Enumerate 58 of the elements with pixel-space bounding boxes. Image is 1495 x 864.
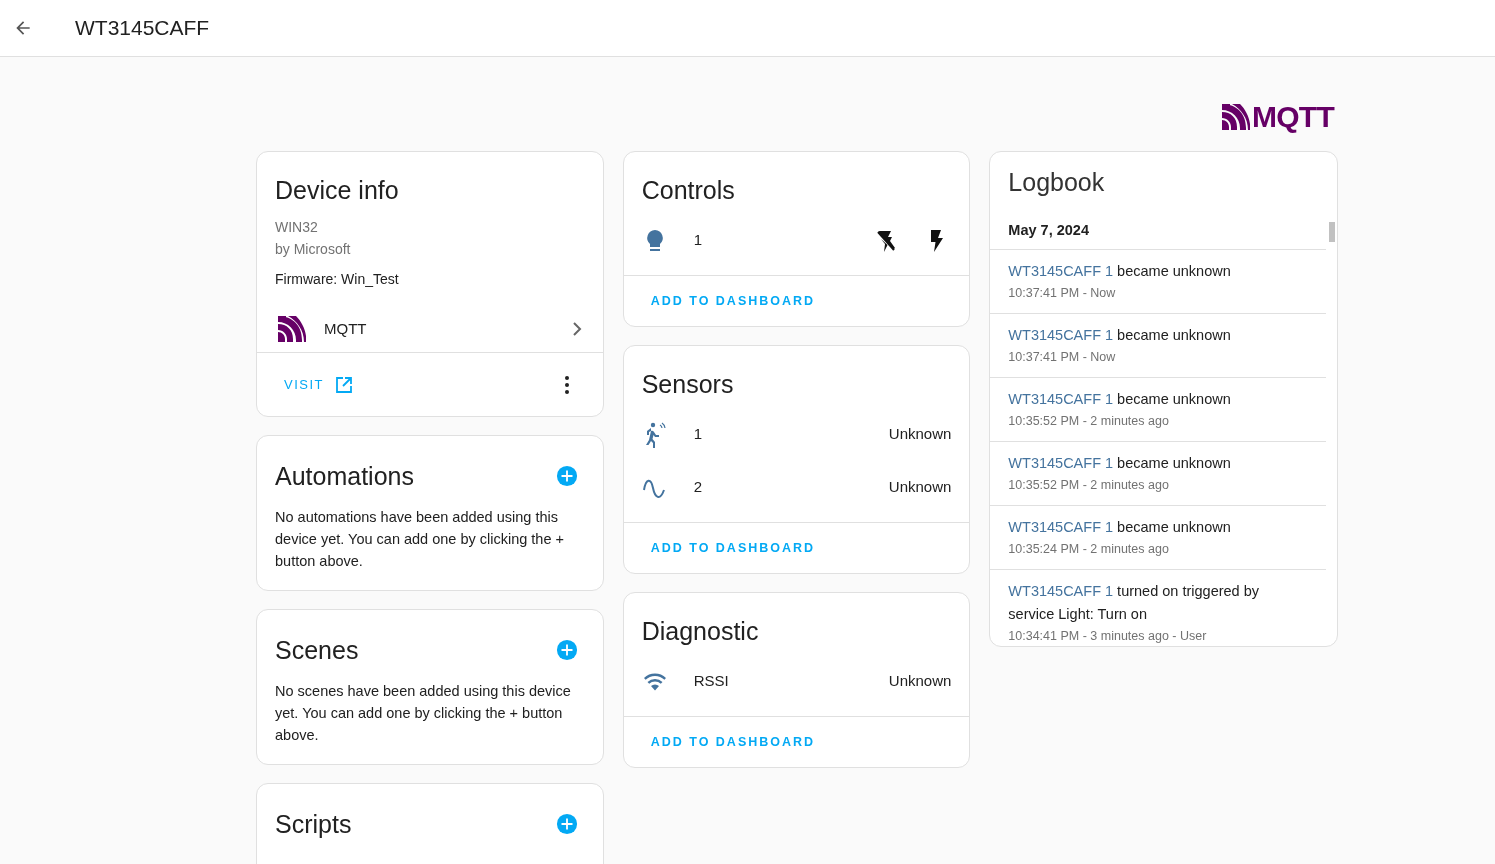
more-vertical-icon [564, 375, 569, 394]
integration-link[interactable]: MQTT [257, 306, 603, 352]
add-button[interactable] [554, 638, 579, 662]
empty-state-text: No automations have been added using this device yet. You can add one by clicking the + button above. [274, 508, 565, 571]
entity-name[interactable]: 2 [693, 476, 889, 499]
card-title: Diagnostic [640, 616, 760, 647]
device-manufacturer: by Microsoft [275, 240, 352, 259]
entity-state: Unknown [888, 424, 952, 445]
entity-state: Unknown [888, 671, 952, 692]
card-title: Logbook [1007, 167, 1106, 198]
add-button[interactable] [554, 464, 579, 488]
logbook-time: 10:34:41 PM - 3 minutes ago - User [1008, 628, 1208, 645]
lightbulb-icon [644, 228, 665, 253]
logbook-time: 10:35:52 PM - 2 minutes ago [1008, 413, 1170, 430]
logbook-time: 10:35:52 PM - 2 minutes ago [1008, 477, 1170, 494]
logbook-message: WT3145CAFF 1 turned on triggered by service Light: Turn on [1008, 582, 1260, 624]
entity-link[interactable]: WT3145CAFF 1 [1008, 519, 1114, 535]
firmware-version: Firmware: Win_Test [275, 270, 400, 289]
entity-name[interactable]: RSSI [693, 670, 889, 693]
logbook-message: WT3145CAFF 1 became unknown [1008, 326, 1232, 345]
entity-link[interactable]: WT3145CAFF 1 [1008, 455, 1114, 471]
card-title: Controls [640, 175, 736, 206]
logbook-message: WT3145CAFF 1 became unknown [1008, 518, 1232, 537]
logbook-time: 10:37:41 PM - Now [1008, 349, 1117, 366]
card-title: Automations [275, 461, 414, 492]
logbook-message: WT3145CAFF 1 became unknown [1008, 262, 1232, 281]
entity-link[interactable]: WT3145CAFF 1 [1008, 583, 1114, 599]
entity-link[interactable]: WT3145CAFF 1 [1008, 391, 1114, 407]
entity-link[interactable]: WT3145CAFF 1 [1008, 263, 1114, 279]
scrollbar-thumb[interactable] [1329, 222, 1335, 242]
logbook-time: 10:37:41 PM - Now [1008, 285, 1117, 302]
page-title: WT3145CAFF [75, 15, 210, 42]
entity-name[interactable]: 1 [693, 229, 872, 252]
logbook-message: WT3145CAFF 1 became unknown [1008, 390, 1232, 409]
card-title: Device info [274, 175, 400, 206]
entity-state: Unknown [888, 477, 952, 498]
logbook-message: WT3145CAFF 1 became unknown [1008, 454, 1232, 473]
add-icon [555, 639, 578, 661]
date-heading: May 7, 2024 [990, 212, 1326, 250]
entity-name[interactable]: 1 [693, 423, 889, 446]
card-title: Scripts [275, 809, 352, 840]
add-button[interactable] [554, 812, 579, 836]
entity-link[interactable]: WT3145CAFF 1 [1008, 327, 1114, 343]
device-model: WIN32 [275, 218, 319, 237]
card-title: Sensors [640, 369, 735, 400]
mqtt-logo-icon [1222, 104, 1250, 130]
flash-icon [928, 228, 945, 253]
logbook-time: 10:35:24 PM - 2 minutes ago [1008, 541, 1170, 558]
chevron-right-icon [571, 322, 582, 336]
card-title: Scenes [275, 635, 359, 666]
mqtt-icon [278, 316, 306, 342]
flash-off-icon [875, 228, 898, 253]
logo-text: MQTT [1252, 102, 1334, 132]
empty-state-text: No scenes have been added using this device yet. You can add one by clicking the + button above. [274, 682, 572, 745]
add-icon [555, 465, 578, 487]
visit-link[interactable]: VISIT [275, 366, 361, 403]
add-icon [555, 813, 578, 835]
external-link-icon [336, 376, 352, 393]
